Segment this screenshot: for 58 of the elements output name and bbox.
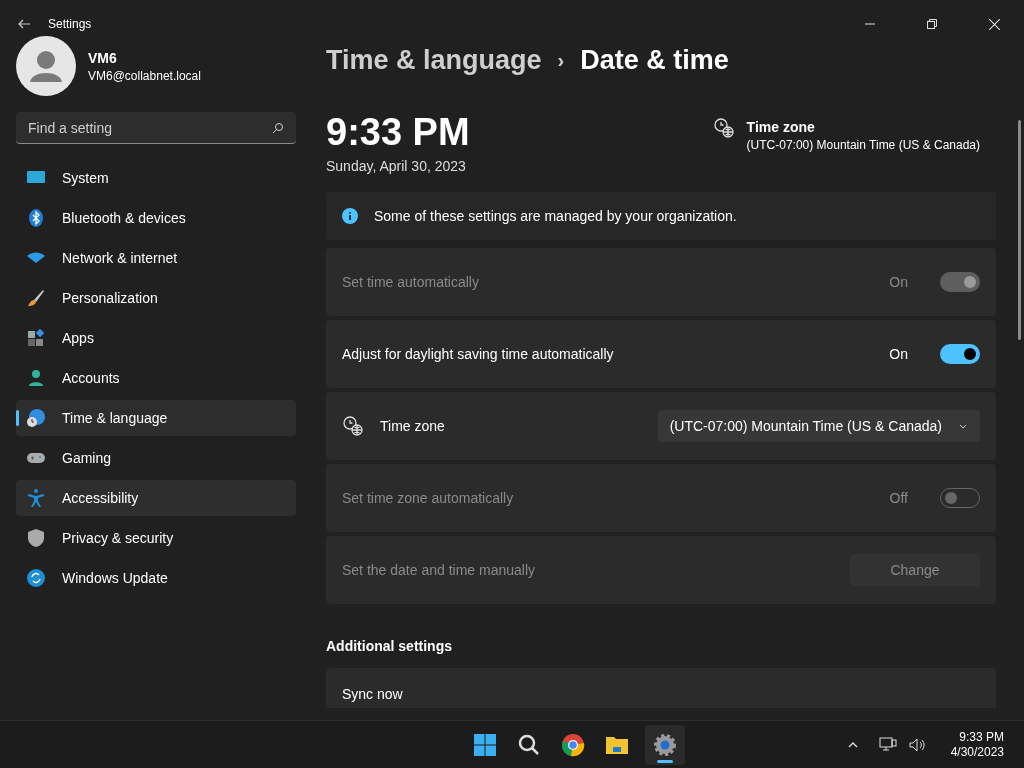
user-email: VM6@collabnet.local	[88, 68, 201, 84]
shield-icon	[26, 528, 46, 548]
clock-date: Sunday, April 30, 2023	[326, 157, 467, 176]
page-title: Date & time	[580, 44, 729, 77]
sync-icon	[26, 568, 46, 588]
avatar-icon	[16, 36, 76, 96]
close-icon[interactable]	[989, 18, 1000, 30]
sidebar-item[interactable]: Accounts	[16, 360, 296, 396]
scrollbar[interactable]	[1018, 120, 1021, 340]
search-field[interactable]: Find a setting	[16, 112, 296, 144]
toggle-switch[interactable]	[940, 344, 980, 364]
figure-icon	[26, 488, 46, 508]
sidebar-item[interactable]: Bluetooth & devices	[16, 200, 296, 236]
setting-label: Time zone	[380, 417, 446, 436]
time-zone-title: Time zone	[746, 117, 816, 137]
clock-time: 9:33 PM	[326, 109, 470, 155]
sidebar-item[interactable]: Privacy & security	[16, 520, 296, 556]
user-name: VM6	[88, 49, 118, 68]
setting-label: Adjust for daylight saving time automatically	[342, 345, 615, 364]
window-title: Settings	[48, 16, 92, 32]
gear-icon	[653, 732, 678, 757]
clock-globe-icon	[712, 116, 735, 139]
setting-label: Set time zone automatically	[342, 489, 515, 508]
setting-label: Set the date and time manually	[342, 561, 536, 580]
time-zone-value: (UTC-07:00) Mountain Time (US & Canada)	[746, 136, 980, 153]
clock-globe-icon	[342, 415, 364, 437]
info-icon	[342, 208, 358, 224]
info-text: Some of these settings are managed by your organization.	[374, 207, 737, 226]
toggle-state: On	[889, 273, 908, 292]
globe-clock-icon	[26, 408, 46, 428]
sidebar-item[interactable]: Network & internet	[16, 240, 296, 276]
taskbar-date[interactable]: 4/30/2023	[950, 744, 1004, 760]
sidebar-item[interactable]: System	[16, 160, 296, 196]
network-icon[interactable]	[878, 736, 897, 753]
sidebar-item[interactable]: Accessibility	[16, 480, 296, 516]
speaker-icon[interactable]	[908, 736, 927, 753]
brush-icon	[26, 288, 46, 308]
setting-label: Set time automatically	[342, 273, 480, 292]
person-icon	[26, 368, 46, 388]
apps-icon	[26, 328, 46, 348]
sidebar-item[interactable]: Personalization	[16, 280, 296, 316]
sidebar-item[interactable]: Windows Update	[16, 560, 296, 596]
bluetooth-icon	[26, 208, 46, 228]
time-zone-dropdown[interactable]: (UTC-07:00) Mountain Time (US & Canada)	[657, 410, 980, 442]
section-heading: Additional settings	[326, 637, 453, 656]
selection-indicator	[16, 410, 19, 426]
settings-taskbar-button[interactable]	[645, 724, 686, 765]
sidebar-item[interactable]: Time & language	[16, 400, 296, 436]
sidebar-item[interactable]: Gaming	[16, 440, 296, 476]
restore-icon[interactable]	[927, 19, 937, 29]
breadcrumb-link[interactable]: Time & language	[326, 40, 542, 81]
setting-label: Sync now	[342, 685, 403, 704]
sidebar-item[interactable]: Apps	[16, 320, 296, 356]
breadcrumb-separator: ›	[557, 48, 565, 74]
taskbar-time[interactable]: 9:33 PM	[959, 729, 1004, 745]
search-icon	[272, 122, 284, 134]
toggle-state: On	[889, 345, 908, 364]
toggle-state: Off	[889, 489, 908, 508]
